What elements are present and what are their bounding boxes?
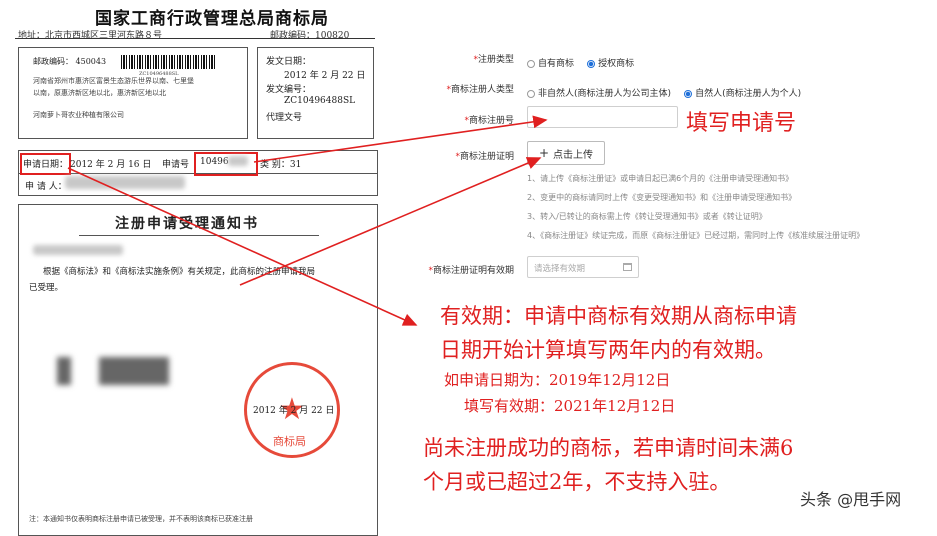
annotation-warning-2: 个月或已超过2年，不支持入驻。 [423,470,731,494]
arrow-to-validity-note [67,167,418,326]
watermark: 头条 @甩手网 [800,490,902,509]
annotation-warning-1: 尚未注册成功的商标，若申请时间未满6 [423,436,794,460]
annotation-validity-1: 有效期：申请中商标有效期从商标申请 [440,304,797,328]
annotation-example-1: 如申请日期为：2019年12月12日 [444,371,671,389]
annotation-fill-no: 填写申请号 [686,111,797,136]
annotation-example-2: 填写有效期：2021年12月12日 [464,397,676,415]
annotation-validity-2: 日期开始计算填写两年内的有效期。 [440,338,776,362]
arrow-to-reg-no [253,115,548,163]
